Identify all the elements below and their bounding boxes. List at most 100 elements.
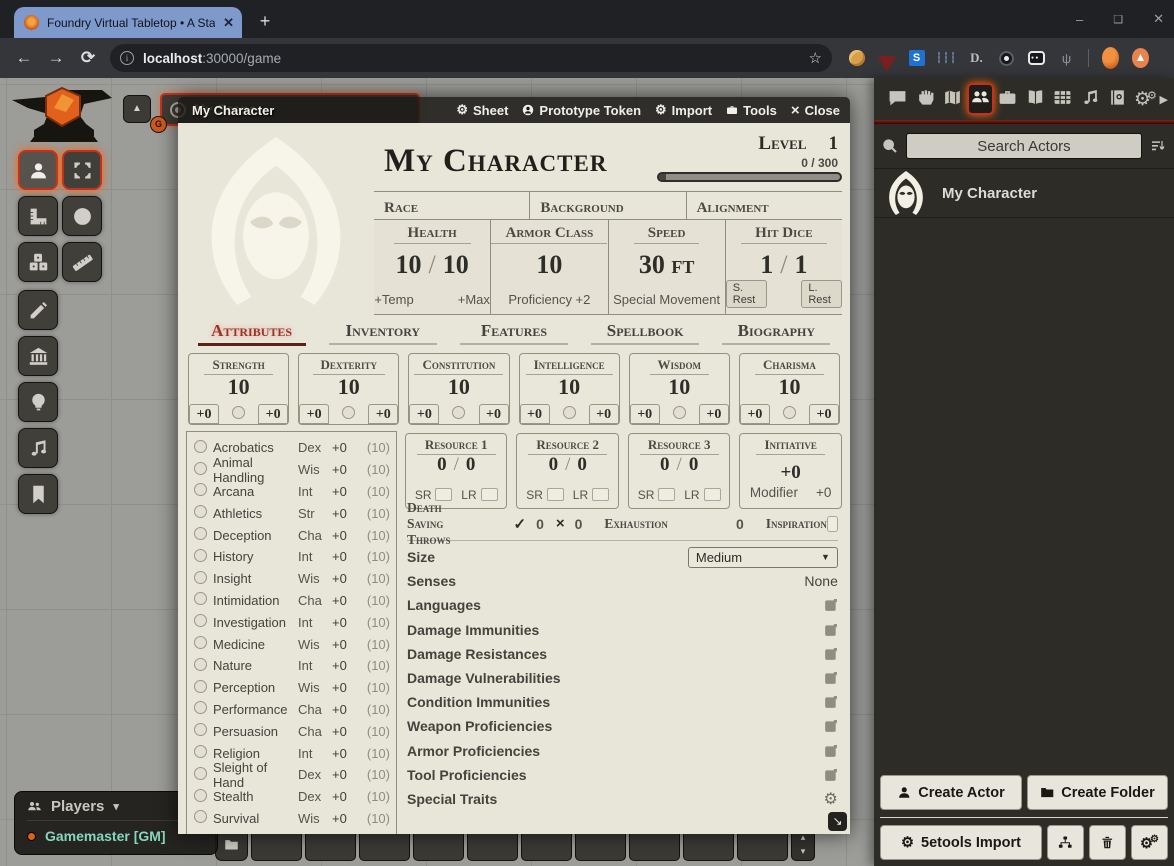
tab-compendium[interactable] [1104, 88, 1131, 111]
create-folder-button[interactable]: Create Folder [1027, 775, 1169, 810]
initiative-value[interactable]: +0 [780, 455, 800, 484]
skill-prof-radio[interactable] [194, 592, 207, 605]
skill-row[interactable]: Animal HandlingWis+0(10) [194, 459, 390, 481]
target-tool-button[interactable] [62, 196, 102, 236]
5etools-import-button[interactable]: ⚙ 5etools Import [880, 825, 1042, 860]
resource-value[interactable]: 0/0 [549, 455, 587, 476]
skill-row[interactable]: NatureInt+0(10) [194, 655, 390, 677]
bank-tool-button[interactable] [18, 336, 58, 376]
ability-mod[interactable]: +0 [699, 404, 729, 424]
skill-row[interactable]: HistoryInt+0(10) [194, 546, 390, 568]
actor-list-item[interactable]: My Character [874, 168, 1174, 218]
skill-row[interactable]: PerformanceCha+0(10) [194, 699, 390, 721]
skill-prof-radio[interactable] [194, 527, 207, 540]
background-field[interactable]: Background [529, 192, 685, 219]
window-header[interactable]: My Character ⚙Sheet Prototype Token ⚙Imp… [178, 97, 850, 123]
special-movement-link[interactable]: Special Movement [613, 292, 720, 314]
robot-icon[interactable] [1028, 50, 1045, 67]
save-mod[interactable]: +0 [299, 404, 329, 424]
close-window-button[interactable]: ×Close [791, 102, 840, 119]
tab-playlists[interactable] [1077, 88, 1104, 111]
sort-icon[interactable] [1150, 138, 1166, 154]
proficiency-radio[interactable] [563, 406, 576, 419]
ability-mod[interactable]: +0 [368, 404, 398, 424]
skill-prof-radio[interactable] [194, 483, 207, 496]
ability-score[interactable]: 10 [778, 375, 800, 399]
measure-tool-button[interactable] [18, 196, 58, 236]
edit-icon[interactable] [824, 647, 838, 661]
skill-row[interactable]: StealthDex+0(10) [194, 786, 390, 808]
skill-row[interactable]: IntimidationCha+0(10) [194, 590, 390, 612]
edit-icon[interactable] [824, 598, 838, 612]
skill-prof-radio[interactable] [194, 658, 207, 671]
token-tool-button[interactable] [18, 150, 58, 190]
skill-row[interactable]: Sleight of HandDex+0(10) [194, 764, 390, 786]
tab-chat[interactable] [884, 88, 911, 111]
session-icon[interactable]: S [908, 50, 925, 67]
skill-row[interactable]: SurvivalWis+0(10) [194, 808, 390, 830]
skill-row[interactable]: ArcanaInt+0(10) [194, 481, 390, 503]
import-button[interactable]: ⚙Import [655, 102, 712, 118]
camera-icon[interactable] [998, 50, 1015, 67]
skill-row[interactable]: MedicineWis+0(10) [194, 633, 390, 655]
ability-mod[interactable]: +0 [258, 404, 288, 424]
speed-value[interactable]: 30 ft [639, 244, 695, 280]
hierarchy-button[interactable] [1047, 825, 1084, 860]
skill-prof-radio[interactable] [194, 636, 207, 649]
tools-button[interactable]: Tools [726, 103, 777, 118]
update-icon[interactable]: ▲ [1132, 50, 1149, 67]
sidebar-collapse-icon[interactable]: ▶ [1159, 93, 1167, 106]
skill-prof-radio[interactable] [194, 440, 207, 453]
inspiration-checkbox[interactable] [827, 516, 838, 532]
grid-icon[interactable]: ┆┆┆ [938, 50, 955, 67]
skill-prof-radio[interactable] [194, 767, 207, 780]
create-actor-button[interactable]: Create Actor [880, 775, 1022, 810]
lr-checkbox[interactable] [704, 488, 721, 501]
back-icon[interactable]: ← [8, 48, 40, 68]
ability-score[interactable]: 10 [558, 375, 580, 399]
ruler-tool-button[interactable] [62, 242, 102, 282]
skill-prof-radio[interactable] [194, 462, 207, 475]
search-actors-input[interactable]: Search Actors [906, 133, 1142, 159]
skill-prof-radio[interactable] [194, 745, 207, 758]
tab-scenes[interactable] [939, 88, 966, 111]
notes-tool-button[interactable] [18, 474, 58, 514]
skill-prof-radio[interactable] [194, 789, 207, 802]
dice-tool-button[interactable] [18, 242, 58, 282]
character-portrait[interactable] [186, 129, 366, 313]
skill-prof-radio[interactable] [194, 680, 207, 693]
sr-checkbox[interactable] [658, 488, 675, 501]
exhaustion-count[interactable]: 0 [736, 516, 744, 532]
race-field[interactable]: Race [374, 192, 529, 219]
skill-prof-radio[interactable] [194, 810, 207, 823]
tab-spellbook[interactable]: Spellbook [591, 321, 699, 345]
select-tool-button[interactable] [62, 150, 102, 190]
proficiency-radio[interactable] [232, 406, 245, 419]
xp-text[interactable]: 0 / 300 [647, 155, 842, 172]
save-mod[interactable]: +0 [520, 404, 550, 424]
window-resize-handle[interactable]: ↘ [828, 812, 847, 831]
ability-score[interactable]: 10 [668, 375, 690, 399]
tab-attributes[interactable]: Attributes [198, 321, 306, 346]
draw-tool-button[interactable] [18, 290, 58, 330]
long-rest-button[interactable]: L. Rest [801, 280, 842, 308]
browser-tab[interactable]: Foundry Virtual Tabletop • A Stan ✕ [14, 7, 242, 38]
hp-value[interactable]: 10/10 [396, 244, 469, 280]
lr-checkbox[interactable] [481, 488, 498, 501]
star-icon[interactable]: ☆ [809, 49, 822, 67]
character-name-input[interactable]: My Character [374, 129, 647, 191]
controls-collapse-button[interactable]: ▲ [123, 95, 151, 123]
edit-icon[interactable] [824, 744, 838, 758]
proficiency-radio[interactable] [673, 406, 686, 419]
save-mod[interactable]: +0 [630, 404, 660, 424]
reload-icon[interactable]: ⟳ [72, 48, 104, 68]
hd-value[interactable]: 1/1 [760, 244, 807, 280]
save-mod[interactable]: +0 [189, 404, 219, 424]
window-close-button[interactable]: ✕ [1153, 11, 1164, 27]
ability-mod[interactable]: +0 [589, 404, 619, 424]
ability-score[interactable]: 10 [228, 375, 250, 399]
death-fail-icon[interactable]: × [556, 515, 565, 532]
skill-row[interactable]: InvestigationInt+0(10) [194, 611, 390, 633]
new-tab-button[interactable]: + [252, 9, 278, 35]
ability-score[interactable]: 10 [448, 375, 470, 399]
